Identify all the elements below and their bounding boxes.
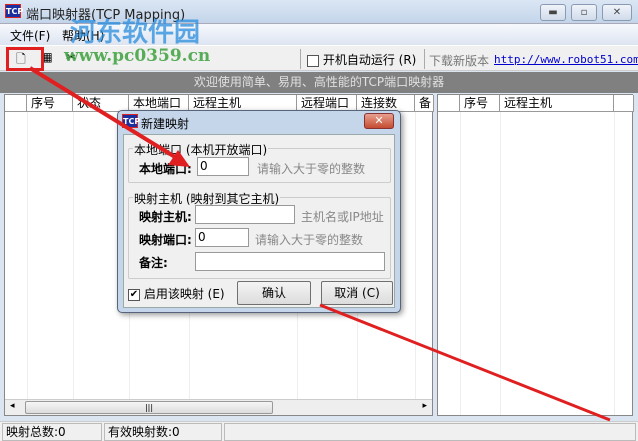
grid-line [460, 112, 461, 415]
map-port-label: 映射端口: [139, 233, 192, 247]
menu-file[interactable]: 文件(F) [10, 27, 50, 44]
new-mapping-dialog: TCP 新建映射 ✕ 本地端口 (本机开放端口) 本地端口: 0 请输入大于零的… [117, 110, 401, 313]
status-valid: 有效映射数:0 [104, 423, 222, 441]
grid-line [500, 112, 501, 415]
scroll-right-icon[interactable]: ▸ [422, 401, 427, 411]
menu-bar: 文件(F) 帮助(H) [0, 24, 638, 44]
dialog-title: 新建映射 [141, 117, 190, 131]
local-port-hint: 请输入大于零的整数 [257, 162, 366, 176]
enable-label: 启用该映射 (E) [143, 287, 225, 301]
download-label: 下载新版本 [429, 54, 490, 68]
column-header-note[interactable]: 备注 [415, 95, 434, 112]
toolbar-separator [424, 49, 425, 69]
grid-line [614, 112, 615, 415]
app-icon: TCP [5, 4, 23, 18]
cancel-button[interactable]: 取消 (C) [321, 281, 393, 305]
host-input[interactable] [195, 205, 295, 224]
column-header[interactable] [438, 95, 460, 112]
menu-help[interactable]: 帮助(H) [62, 27, 104, 44]
map-port-hint: 请输入大于零的整数 [255, 233, 364, 247]
window-title: 端口映射器(TCP Mapping) [26, 8, 186, 23]
checkbox-box[interactable] [307, 54, 319, 67]
grid-line [415, 112, 416, 415]
horizontal-scrollbar[interactable]: ◂ ||| ▸ [5, 399, 432, 415]
toolbar-separator [300, 49, 301, 69]
local-port-group: 本地端口 (本机开放端口) 本地端口: 0 请输入大于零的整数 [128, 141, 391, 183]
column-header[interactable] [5, 95, 27, 112]
column-header-index[interactable]: 序号 [27, 95, 73, 112]
dialog-close-button[interactable]: ✕ [364, 113, 394, 129]
dialog-body: 本地端口 (本机开放端口) 本地端口: 0 请输入大于零的整数 映射主机 (映射… [123, 134, 395, 308]
host-hint: 主机名或IP地址 [301, 210, 384, 224]
download-link[interactable]: http://www.robot51.com [494, 53, 638, 66]
confirm-button[interactable]: 确认 [237, 281, 311, 305]
welcome-banner: 欢迎使用简单、易用、高性能的TCP端口映射器 [0, 72, 638, 93]
checkbox-box[interactable]: ✔ [128, 288, 140, 301]
scrollbar-thumb[interactable]: ||| [25, 401, 273, 414]
grid-line [27, 112, 28, 415]
local-port-input[interactable]: 0 [197, 157, 249, 176]
mapped-host-group: 映射主机 (映射到其它主机) 映射主机: 主机名或IP地址 映射端口: 0 请输… [128, 190, 391, 279]
connection-list[interactable]: 序号 远程主机 [437, 94, 634, 416]
local-group-label: 本地端口 (本机开放端口) [133, 141, 269, 158]
title-bar: TCP 端口映射器(TCP Mapping) ▬ ▫ ✕ [0, 0, 638, 24]
grid-line [73, 112, 74, 415]
autostart-label: 开机自动运行 (R) [322, 53, 417, 67]
status-bar: 映射总数:0 有效映射数:0 [0, 421, 638, 441]
host-label: 映射主机: [139, 210, 192, 224]
minimize-button[interactable]: ▬ [540, 4, 566, 21]
dialog-icon: TCP [122, 114, 140, 128]
local-port-label: 本地端口: [139, 162, 192, 176]
maximize-button[interactable]: ▫ [571, 4, 597, 21]
highlight-box [6, 47, 44, 71]
close-button[interactable]: ✕ [602, 4, 632, 21]
scroll-left-icon[interactable]: ◂ [10, 401, 15, 411]
toolbar: 🗋 ▦ ✂ 开机自动运行 (R) 下载新版本 http://www.robot5… [0, 45, 638, 71]
enable-mapping-checkbox[interactable]: ✔ 启用该映射 (E) [128, 285, 225, 302]
note-input[interactable] [195, 252, 385, 271]
map-port-input[interactable]: 0 [195, 228, 249, 247]
delete-icon[interactable]: ✂ [62, 50, 80, 68]
note-label: 备注: [139, 256, 168, 270]
status-total: 映射总数:0 [2, 423, 102, 441]
column-header-index[interactable]: 序号 [460, 95, 500, 112]
autostart-checkbox[interactable]: 开机自动运行 (R) [307, 51, 416, 68]
column-header[interactable] [614, 95, 634, 112]
status-panel [224, 423, 636, 441]
column-header-remote-host[interactable]: 远程主机 [500, 95, 614, 112]
